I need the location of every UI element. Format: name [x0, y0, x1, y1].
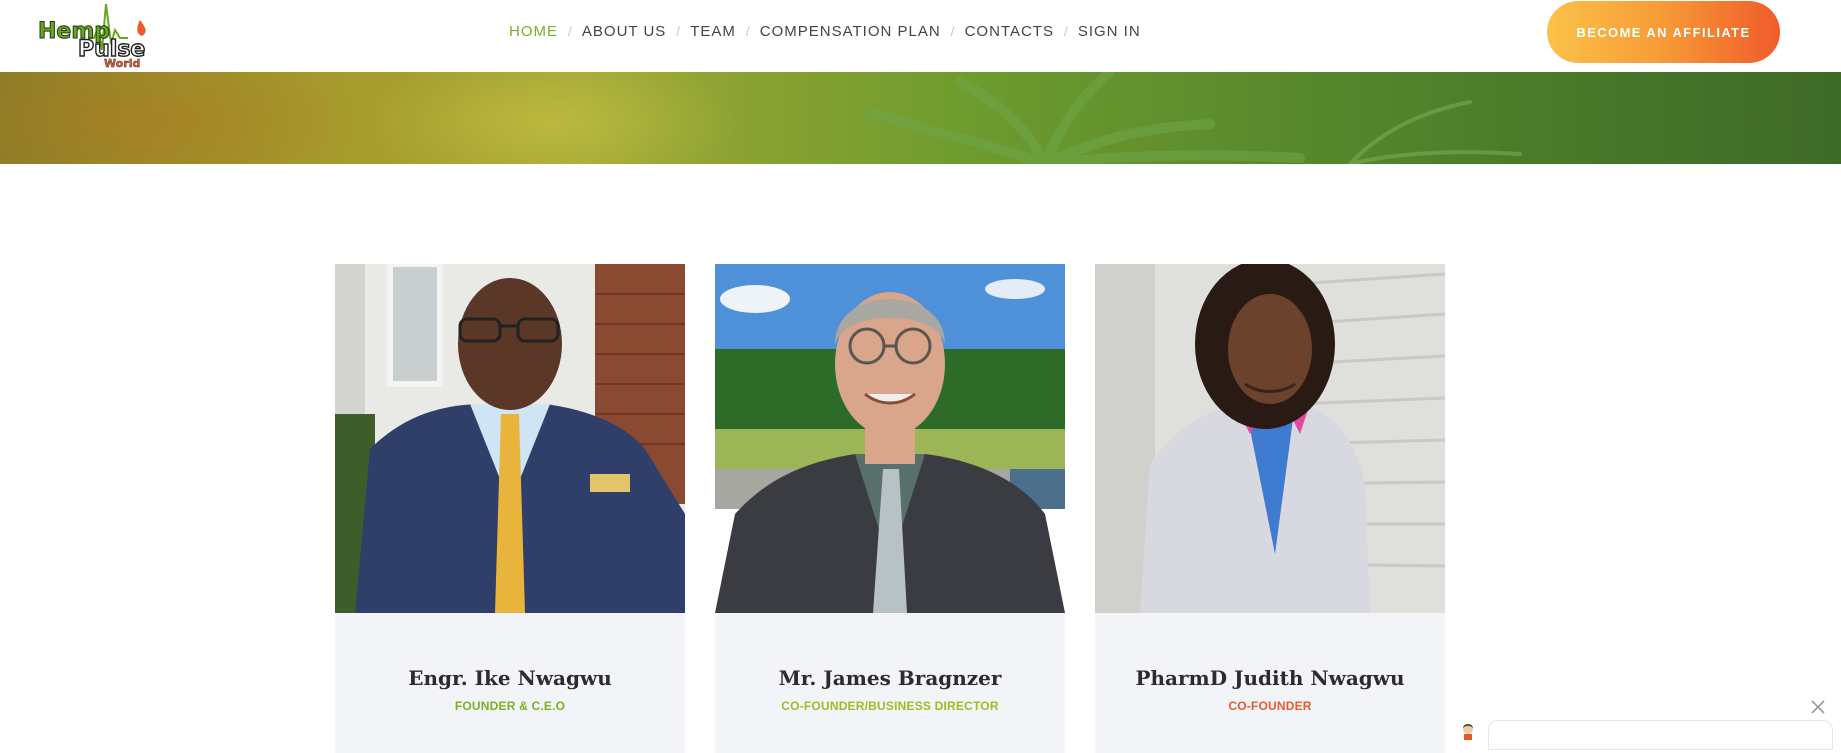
nav-item-compensation-plan[interactable]: COMPENSATION PLAN: [760, 23, 941, 40]
nav-separator: /: [568, 23, 572, 39]
nav-separator: /: [745, 23, 750, 39]
svg-text:World: World: [104, 57, 140, 70]
member-name: Mr. James Bragnzer: [778, 666, 1002, 690]
cannabis-leaf-graphic: [865, 72, 1522, 164]
member-photo: [1095, 264, 1445, 613]
member-role: CO-FOUNDER: [1228, 699, 1312, 713]
member-role: FOUNDER & C.E.O: [454, 699, 566, 713]
nav-item-contacts[interactable]: CONTACTS: [965, 23, 1054, 40]
member-photo: [335, 264, 685, 613]
team-card: PharmD Judith Nwagwu CO-FOUNDER: [1095, 264, 1445, 753]
member-name: PharmD Judith Nwagwu: [1135, 666, 1405, 690]
member-role: CO-FOUNDER/BUSINESS DIRECTOR: [781, 699, 999, 713]
member-photo: [715, 264, 1065, 613]
nav-separator: /: [676, 23, 681, 39]
member-info: Engr. Ike Nwagwu FOUNDER & C.E.O: [335, 613, 685, 753]
nav-item-team[interactable]: TEAM: [690, 23, 736, 40]
hero-banner-image: [0, 72, 1841, 164]
chat-message-bubble[interactable]: [1488, 720, 1833, 750]
nav-item-home[interactable]: HOME: [509, 23, 558, 40]
become-affiliate-button[interactable]: BECOME AN AFFILIATE: [1547, 1, 1780, 63]
team-card: Engr. Ike Nwagwu FOUNDER & C.E.O: [335, 264, 685, 753]
chat-avatar-icon[interactable]: [1459, 722, 1477, 740]
nav-item-about-us[interactable]: ABOUT US: [582, 23, 666, 40]
nav-item-sign-in[interactable]: SIGN IN: [1078, 23, 1141, 40]
member-info: PharmD Judith Nwagwu CO-FOUNDER: [1095, 613, 1445, 753]
team-card: Mr. James Bragnzer CO-FOUNDER/BUSINESS D…: [715, 264, 1065, 753]
nav-separator: /: [950, 23, 955, 39]
member-info: Mr. James Bragnzer CO-FOUNDER/BUSINESS D…: [715, 613, 1065, 753]
main-nav: HOME / ABOUT US / TEAM / COMPENSATION PL…: [509, 22, 1141, 40]
nav-separator: /: [1063, 23, 1068, 39]
member-name: Engr. Ike Nwagwu: [408, 666, 612, 690]
hemp-pulse-world-logo[interactable]: Hemp Pulse World: [36, 0, 156, 70]
close-icon[interactable]: [1809, 698, 1827, 716]
site-header: Hemp Pulse World HOME / ABOUT US / TEAM …: [0, 0, 1841, 72]
